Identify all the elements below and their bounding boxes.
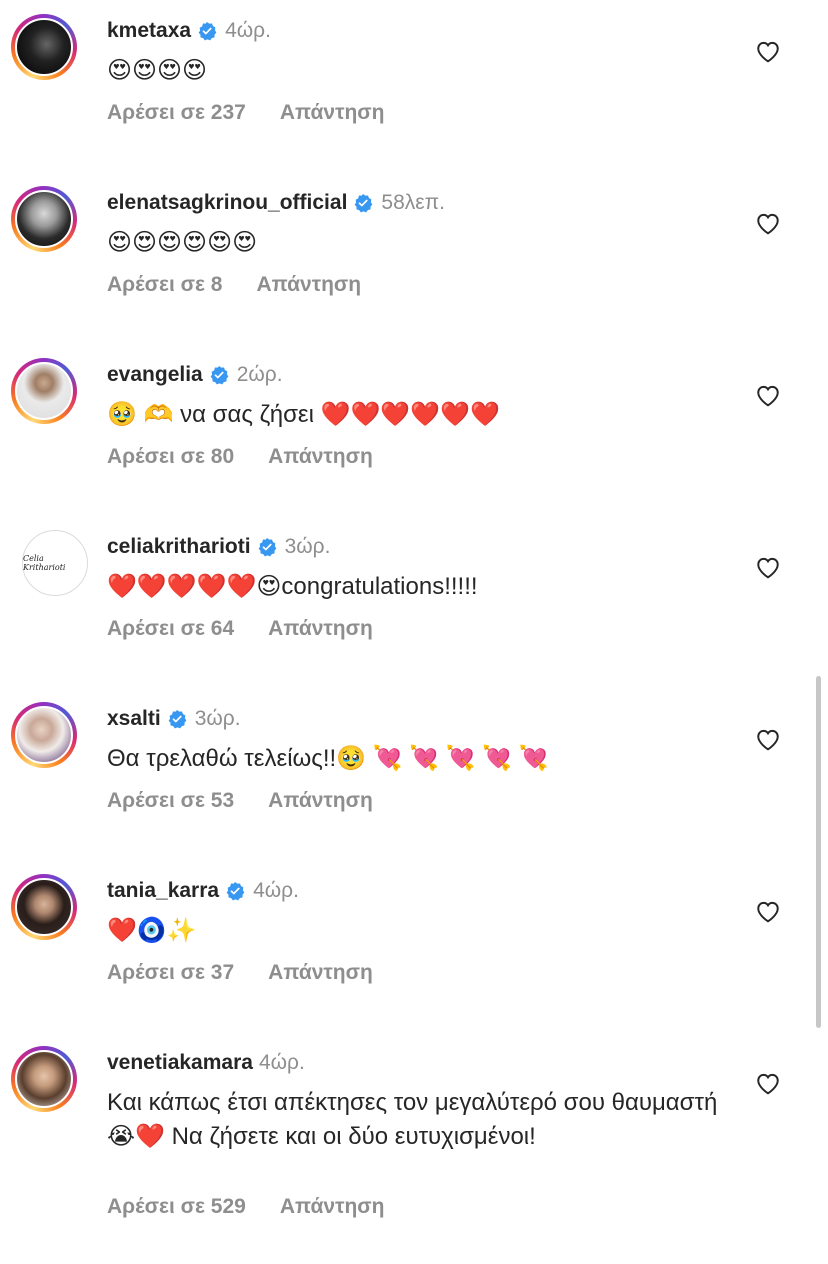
reply-button[interactable]: Απάντηση	[268, 445, 373, 469]
comment-text: Και κάπως έτσι απέκτησες τον μεγαλύτερό …	[107, 1089, 718, 1150]
reply-button[interactable]: Απάντηση	[268, 789, 373, 813]
reply-button[interactable]: Απάντηση	[268, 961, 373, 985]
avatar[interactable]	[15, 18, 73, 76]
avatar[interactable]: Celia Kritharioti	[22, 530, 88, 596]
reply-button[interactable]: Απάντηση	[280, 1195, 385, 1219]
story-ring[interactable]	[11, 702, 77, 768]
comment-time: 58λεπ.	[381, 191, 445, 214]
comment-text: Θα τρελαθώ τελείως!!🥹 💘 💘 💘 💘 💘	[107, 745, 549, 772]
comment-item: venetiakamara 4ώρ. Και κάπως έτσι απέκτη…	[0, 1032, 828, 1264]
verified-badge-icon	[226, 882, 245, 901]
username[interactable]: tania_karra	[107, 879, 219, 903]
avatar[interactable]	[15, 362, 73, 420]
avatar[interactable]	[15, 190, 73, 248]
story-ring[interactable]	[11, 874, 77, 940]
comment-text: ❤️🧿✨	[107, 917, 197, 944]
story-ring[interactable]	[11, 186, 77, 252]
username[interactable]: venetiakamara	[107, 1051, 253, 1075]
heart-icon[interactable]	[755, 1071, 781, 1095]
comment-item: kmetaxa 4ώρ. 😍😍😍😍 Αρέσει σε 237 Απάντηση	[0, 0, 828, 172]
comment-time: 4ώρ.	[258, 1051, 305, 1074]
like-count[interactable]: Αρέσει σε 64	[107, 617, 234, 641]
story-ring[interactable]	[11, 1046, 77, 1112]
like-count[interactable]: Αρέσει σε 8	[107, 273, 222, 297]
comment-text: 🥹 🫶 να σας ζήσει ❤️❤️❤️❤️❤️❤️	[107, 401, 500, 428]
verified-badge-icon	[168, 710, 187, 729]
reply-button[interactable]: Απάντηση	[280, 101, 385, 125]
username[interactable]: xsalti	[107, 707, 161, 731]
comment-time: 3ώρ.	[194, 707, 241, 730]
scrollbar[interactable]	[816, 676, 821, 1028]
heart-icon[interactable]	[755, 899, 781, 923]
like-count[interactable]: Αρέσει σε 237	[107, 101, 246, 125]
like-count[interactable]: Αρέσει σε 53	[107, 789, 234, 813]
heart-icon[interactable]	[755, 39, 781, 63]
username[interactable]: elenatsagkrinou_official	[107, 191, 347, 215]
like-count[interactable]: Αρέσει σε 529	[107, 1195, 246, 1219]
heart-icon[interactable]	[755, 727, 781, 751]
avatar[interactable]	[15, 878, 73, 936]
comment-time: 4ώρ.	[253, 879, 299, 902]
username[interactable]: celiakritharioti	[107, 535, 251, 559]
avatar[interactable]	[15, 1050, 73, 1108]
like-count[interactable]: Αρέσει σε 37	[107, 961, 234, 985]
comment-time: 3ώρ.	[284, 535, 331, 558]
comment-item: Celia Kritharioti celiakritharioti 3ώρ. …	[0, 516, 828, 688]
comment-time: 2ώρ.	[236, 363, 283, 386]
heart-icon[interactable]	[755, 211, 781, 235]
comment-text: 😍😍😍😍	[107, 57, 208, 84]
like-count[interactable]: Αρέσει σε 80	[107, 445, 234, 469]
reply-button[interactable]: Απάντηση	[268, 617, 373, 641]
username[interactable]: evangelia	[107, 363, 203, 387]
reply-button[interactable]: Απάντηση	[256, 273, 361, 297]
heart-icon[interactable]	[755, 383, 781, 407]
comment-item: xsalti 3ώρ. Θα τρελαθώ τελείως!!🥹 💘 💘 💘 …	[0, 688, 828, 860]
story-ring[interactable]	[11, 358, 77, 424]
verified-badge-icon	[355, 194, 373, 213]
username[interactable]: kmetaxa	[107, 19, 191, 43]
verified-badge-icon	[258, 538, 276, 557]
avatar[interactable]	[15, 706, 73, 764]
verified-badge-icon	[198, 22, 217, 41]
comment-text: ❤️❤️❤️❤️❤️😍congratulations!!!!!	[107, 573, 478, 600]
comment-text: 😍😍😍😍😍😍	[107, 229, 258, 256]
comment-item: tania_karra 4ώρ. ❤️🧿✨ Αρέσει σε 37 Απάντ…	[0, 860, 828, 1032]
verified-badge-icon	[210, 366, 229, 385]
avatar-logo-text: Celia Kritharioti	[23, 554, 66, 572]
story-ring[interactable]	[11, 14, 77, 80]
heart-icon[interactable]	[755, 555, 781, 579]
comment-item: evangelia 2ώρ. 🥹 🫶 να σας ζήσει ❤️❤️❤️❤️…	[0, 344, 828, 516]
comment-item: elenatsagkrinou_official 58λεπ. 😍😍😍😍😍😍 Α…	[0, 172, 828, 344]
comment-time: 4ώρ.	[225, 19, 271, 42]
